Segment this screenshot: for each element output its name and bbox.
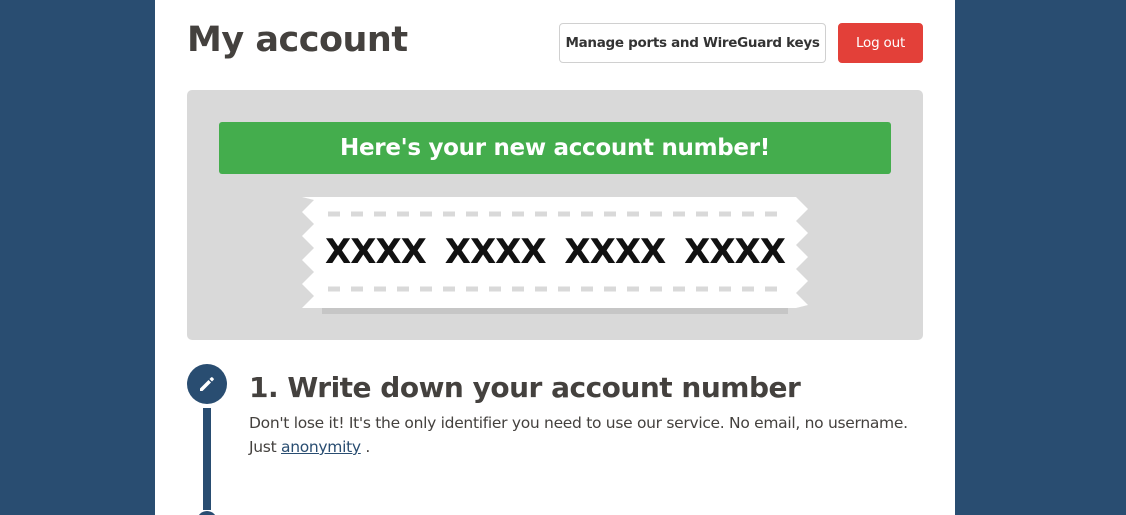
manage-ports-button[interactable]: Manage ports and WireGuard keys	[559, 23, 826, 63]
step-connector-line	[203, 408, 211, 510]
step-write-down: 1. Write down your account number Don't …	[187, 364, 923, 515]
pencil-icon	[187, 364, 227, 404]
anonymity-link[interactable]: anonymity	[281, 438, 361, 456]
step-description-end: .	[365, 438, 371, 456]
page-content: My account Manage ports and WireGuard ke…	[155, 0, 955, 515]
step-description: Don't lose it! It's the only identifier …	[249, 411, 929, 459]
account-number-panel: Here's your new account number! XXXX XXX…	[187, 90, 923, 340]
next-step-marker	[197, 511, 217, 515]
page-title: My account	[187, 20, 408, 60]
step-title: 1. Write down your account number	[249, 371, 801, 404]
account-number[interactable]: XXXX XXXX XXXX XXXX	[302, 197, 808, 308]
account-number-ticket: XXXX XXXX XXXX XXXX	[302, 197, 808, 308]
logout-button[interactable]: Log out	[838, 23, 923, 63]
page-header: My account Manage ports and WireGuard ke…	[187, 20, 923, 64]
new-account-banner: Here's your new account number!	[219, 122, 891, 174]
